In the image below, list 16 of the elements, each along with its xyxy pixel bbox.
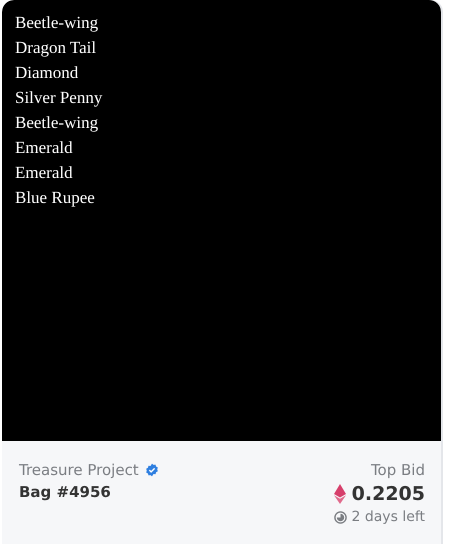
item-text: Beetle-wing	[15, 112, 100, 134]
collection-name[interactable]: Treasure Project	[19, 461, 139, 479]
token-name: Bag #4956	[19, 483, 111, 501]
time-left: 2 days left	[351, 509, 425, 525]
bid-label: Top Bid	[370, 461, 425, 479]
item-text: Beetle-wing	[15, 12, 100, 34]
nft-card[interactable]: Beetle-wing Dragon Tail Diamond Silver Penny Beetle-wing Emerald Emerald Blue Rupee Treasure Project Bag #4956 Top Bid 0.2205 2 days left	[2, 0, 443, 544]
item-text: Silver Penny	[15, 87, 104, 109]
item-text: Dragon Tail	[15, 37, 98, 59]
item-text: Emerald	[15, 137, 74, 159]
ethereum-icon	[334, 484, 346, 504]
bid-amount: 0.2205	[352, 483, 425, 505]
item-text: Emerald	[15, 162, 74, 184]
item-text: Blue Rupee	[15, 187, 96, 209]
item-text: Diamond	[15, 62, 80, 84]
clock-icon	[334, 510, 348, 524]
